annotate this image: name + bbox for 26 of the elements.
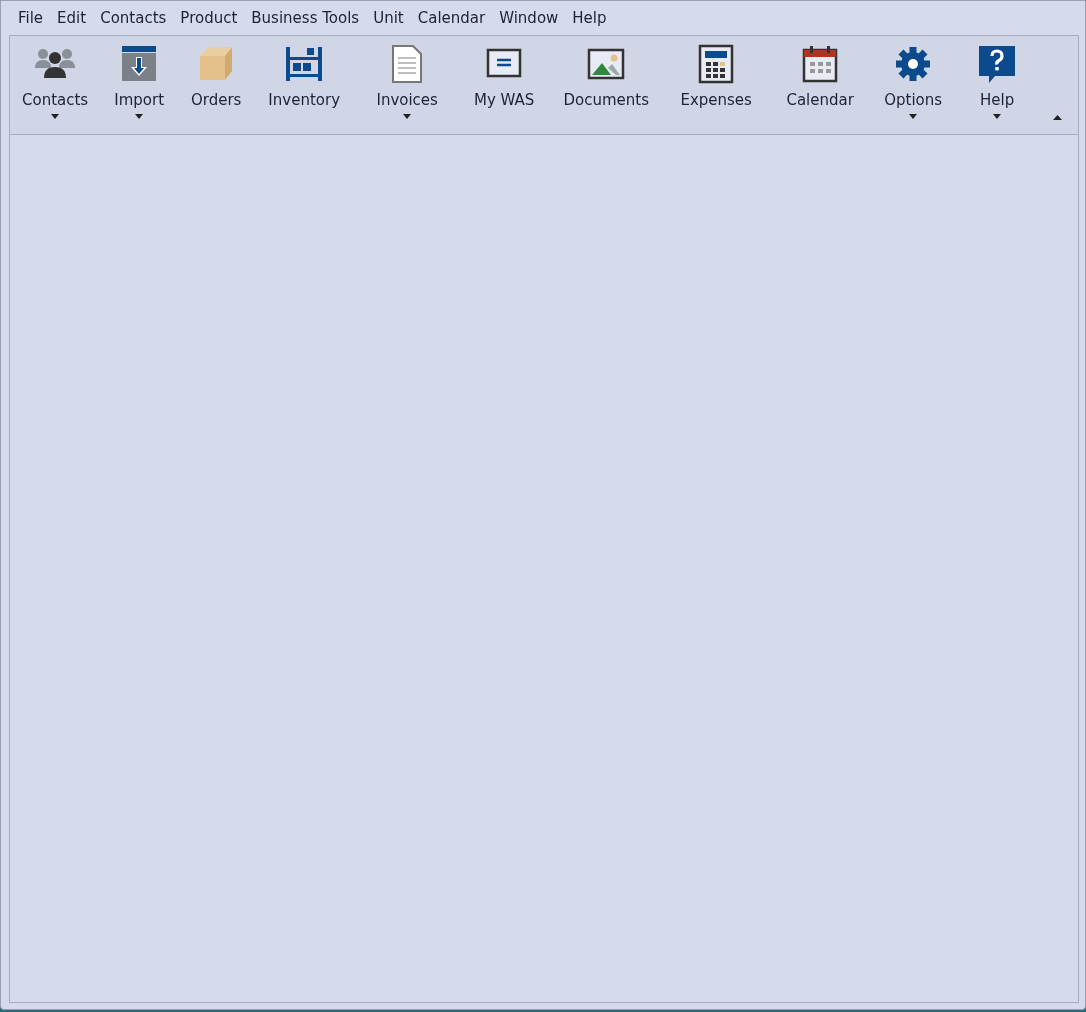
menu-item[interactable]: File — [11, 9, 51, 27]
menu-item[interactable]: Edit — [50, 9, 94, 27]
toolbar-button[interactable]: My WAS — [470, 42, 539, 109]
caret-icon[interactable] — [51, 114, 60, 119]
menu-item[interactable]: Contacts — [93, 9, 174, 27]
toolbar-button[interactable]: Calendar — [782, 42, 858, 109]
toolbar-button[interactable]: Options — [880, 42, 947, 109]
toolbar-button[interactable]: Expenses — [676, 42, 756, 109]
menu-item[interactable]: Unit — [366, 9, 411, 27]
toolbar-button[interactable]: Contacts — [18, 42, 93, 109]
collapse-icon[interactable] — [1053, 115, 1062, 120]
toolbar-button[interactable]: Inventory — [264, 42, 344, 109]
menu-item[interactable]: Help — [565, 9, 614, 27]
menu-item[interactable]: Product — [173, 9, 245, 27]
caret-icon[interactable] — [135, 114, 144, 119]
toolbar-button[interactable]: Help — [971, 42, 1024, 109]
caret-icon[interactable] — [993, 114, 1002, 119]
toolbar-button[interactable]: Import — [110, 42, 169, 109]
menu-item[interactable]: Window — [492, 9, 566, 27]
toolbar-button[interactable]: Orders — [186, 42, 246, 109]
toolbar-button[interactable]: Documents — [559, 42, 653, 109]
caret-icon[interactable] — [909, 114, 918, 119]
menu-item[interactable]: Business Tools — [244, 9, 367, 27]
menu-item[interactable]: Calendar — [410, 9, 493, 27]
caret-icon[interactable] — [403, 114, 412, 119]
toolbar-button[interactable]: Invoices — [372, 42, 442, 109]
